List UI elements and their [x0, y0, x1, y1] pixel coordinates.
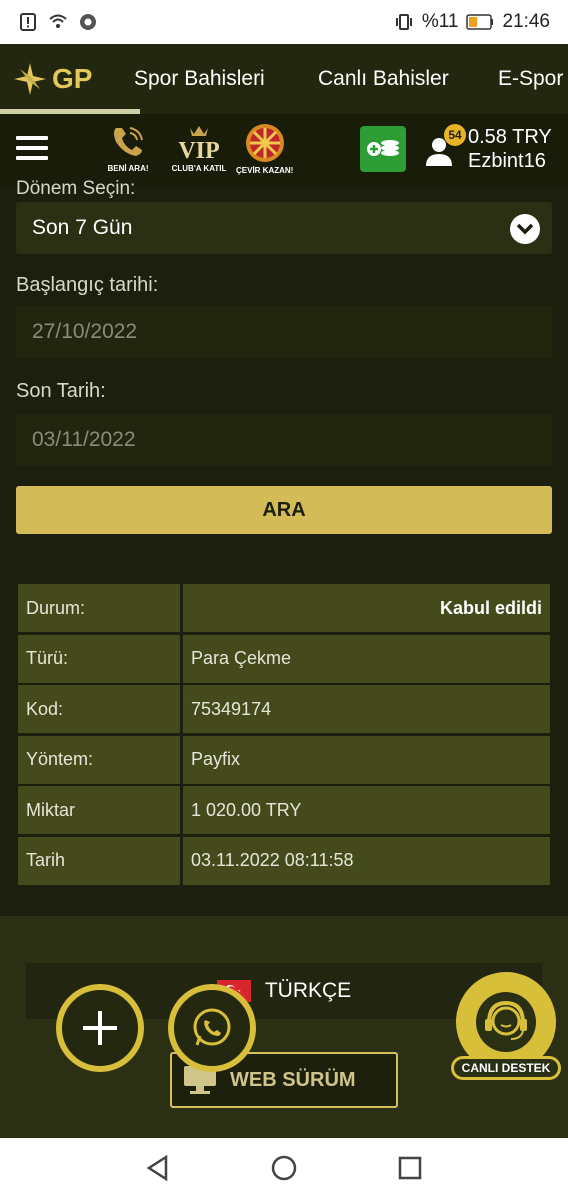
transaction-details-table: Durum: Kabul edildi Türü: Para Çekme Kod…	[18, 584, 550, 887]
end-date-label: Son Tarih:	[16, 380, 106, 402]
whatsapp-icon	[193, 1008, 231, 1046]
phone-icon	[114, 127, 143, 156]
user-account[interactable]: 54 0.58 TRY Ezbint16	[424, 122, 564, 178]
end-date-input[interactable]: 03/11/2022	[16, 414, 552, 466]
home-icon[interactable]	[270, 1154, 298, 1182]
promo-spin-win[interactable]: ÇEVİR KAZAN!	[236, 122, 293, 175]
recents-icon[interactable]	[396, 1154, 424, 1182]
table-row: Türü: Para Çekme	[18, 634, 550, 683]
balance: 0.58 TRY	[468, 126, 552, 148]
start-date-label: Başlangıç tarihi:	[16, 274, 159, 296]
detail-value: 1 020.00 TRY	[183, 786, 550, 834]
status-value: Kabul edildi	[183, 584, 550, 632]
wifi-icon	[49, 14, 67, 28]
period-label: Dönem Seçin:	[16, 178, 136, 199]
vip-icon: VIP	[178, 126, 220, 162]
detail-key: Tarih	[18, 836, 180, 885]
detail-key: Durum:	[18, 584, 180, 632]
nav-live-betting[interactable]: Canlı Bahisler	[318, 67, 449, 91]
logo-text: GP	[52, 63, 93, 94]
clock: 21:46	[502, 11, 550, 32]
menu-icon[interactable]	[16, 136, 48, 162]
search-button[interactable]: ARA	[16, 486, 552, 534]
promo-vip[interactable]: VIP CLUB'A KATIL	[168, 122, 230, 173]
detail-value: Payfix	[183, 735, 550, 784]
detail-key: Miktar	[18, 786, 180, 834]
chevron-down-icon	[510, 214, 540, 244]
add-money-icon	[367, 140, 399, 156]
add-button[interactable]	[56, 984, 144, 1072]
start-date-value: 27/10/2022	[32, 320, 138, 343]
wheel-icon	[245, 124, 284, 162]
plus-icon	[83, 1011, 117, 1045]
live-support-button[interactable]: CANLI DESTEK	[450, 972, 562, 1092]
detail-key: Türü:	[18, 634, 180, 683]
detail-value: 75349174	[183, 685, 550, 733]
footer: TÜRKÇE WEB SÜRÜM CANLI DESTEK	[0, 916, 568, 1138]
username: Ezbint16	[468, 150, 546, 172]
alert-icon	[20, 13, 36, 31]
deposit-button[interactable]	[360, 126, 406, 172]
end-date-value: 03/11/2022	[32, 428, 136, 451]
battery-percent: %11	[421, 11, 459, 32]
nav-sports-betting[interactable]: Spor Bahisleri	[134, 67, 265, 91]
status-bar: %11 21:46	[0, 0, 568, 44]
battery-icon	[466, 14, 494, 30]
notification-badge: 54	[444, 124, 466, 146]
period-select-value: Son 7 Gün	[32, 216, 133, 239]
promo-call-me[interactable]: BENİ ARA!	[106, 122, 150, 173]
table-row: Miktar 1 020.00 TRY	[18, 786, 550, 834]
android-navigation-bar	[0, 1138, 568, 1200]
table-row: Tarih 03.11.2022 08:11:58	[18, 836, 550, 885]
chrome-icon	[80, 14, 96, 30]
back-icon[interactable]	[144, 1154, 172, 1182]
promo-vip-label: CLUB'A KATIL	[171, 164, 227, 173]
period-select[interactable]: Son 7 Gün	[16, 202, 552, 254]
start-date-input[interactable]: 27/10/2022	[16, 306, 552, 358]
promo-spin-win-label: ÇEVİR KAZAN!	[236, 166, 294, 175]
whatsapp-button[interactable]	[168, 984, 256, 1072]
transaction-history: Dönem Seçin: Son 7 Gün Başlangıç tarihi:…	[0, 178, 568, 916]
detail-value: Para Çekme	[183, 634, 550, 683]
table-row: Kod: 75349174	[18, 685, 550, 733]
detail-key: Yöntem:	[18, 735, 180, 784]
language-label: TÜRKÇE	[264, 979, 352, 1002]
table-row: Durum: Kabul edildi	[18, 584, 550, 632]
vibrate-icon	[395, 14, 412, 30]
site-logo[interactable]: GP	[0, 44, 140, 114]
table-row: Yöntem: Payfix	[18, 735, 550, 784]
web-version-label: WEB SÜRÜM	[230, 1068, 356, 1091]
detail-value: 03.11.2022 08:11:58	[183, 836, 550, 885]
svg-text:VIP: VIP	[178, 138, 219, 162]
nav-esports[interactable]: E-Spor	[498, 67, 563, 91]
detail-key: Kod:	[18, 685, 180, 733]
promo-call-me-label: BENİ ARA!	[107, 164, 149, 173]
star-logo-icon	[14, 63, 46, 95]
toolbar: BENİ ARA! VIP CLUB'A KATIL ÇEVİR KAZAN! …	[0, 114, 568, 186]
top-navigation: GP Spor Bahisleri Canlı Bahisler E-Spor	[0, 44, 568, 114]
live-support-label: CANLI DESTEK	[450, 1056, 562, 1080]
headset-agent-icon	[476, 992, 536, 1052]
